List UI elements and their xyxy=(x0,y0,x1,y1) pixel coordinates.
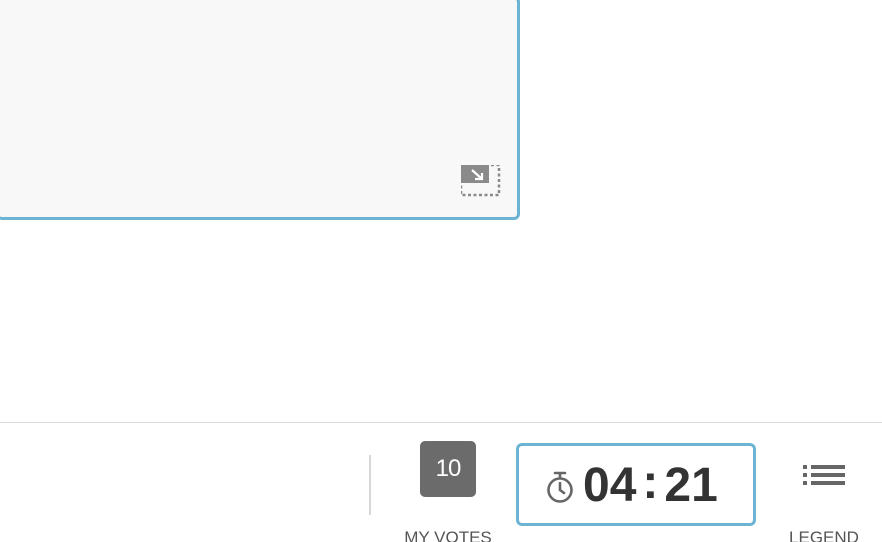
timer-seconds: 21 xyxy=(664,459,718,512)
stopwatch-icon xyxy=(547,471,573,503)
votes-label: MY VOTES xyxy=(404,528,492,542)
timer-minutes: 04 xyxy=(583,459,637,512)
votes-count-badge: 10 xyxy=(420,441,476,497)
bottom-toolbar: 10 MY VOTES 04:21 LEGEND xyxy=(0,422,882,542)
sticky-card[interactable] xyxy=(0,0,520,220)
timer-separator: : xyxy=(642,456,659,509)
minimize-resize-icon[interactable] xyxy=(461,165,501,197)
timer-button[interactable]: 04:21 xyxy=(516,443,756,526)
toolbar-divider xyxy=(369,455,371,515)
timer-readout: 04:21 xyxy=(583,456,718,512)
board-stage: 10 MY VOTES 04:21 LEGEND xyxy=(0,0,882,542)
list-icon xyxy=(803,465,845,485)
legend-label: LEGEND xyxy=(789,528,859,542)
my-votes-button[interactable]: 10 MY VOTES xyxy=(400,441,496,542)
legend-button[interactable]: LEGEND xyxy=(780,463,870,542)
